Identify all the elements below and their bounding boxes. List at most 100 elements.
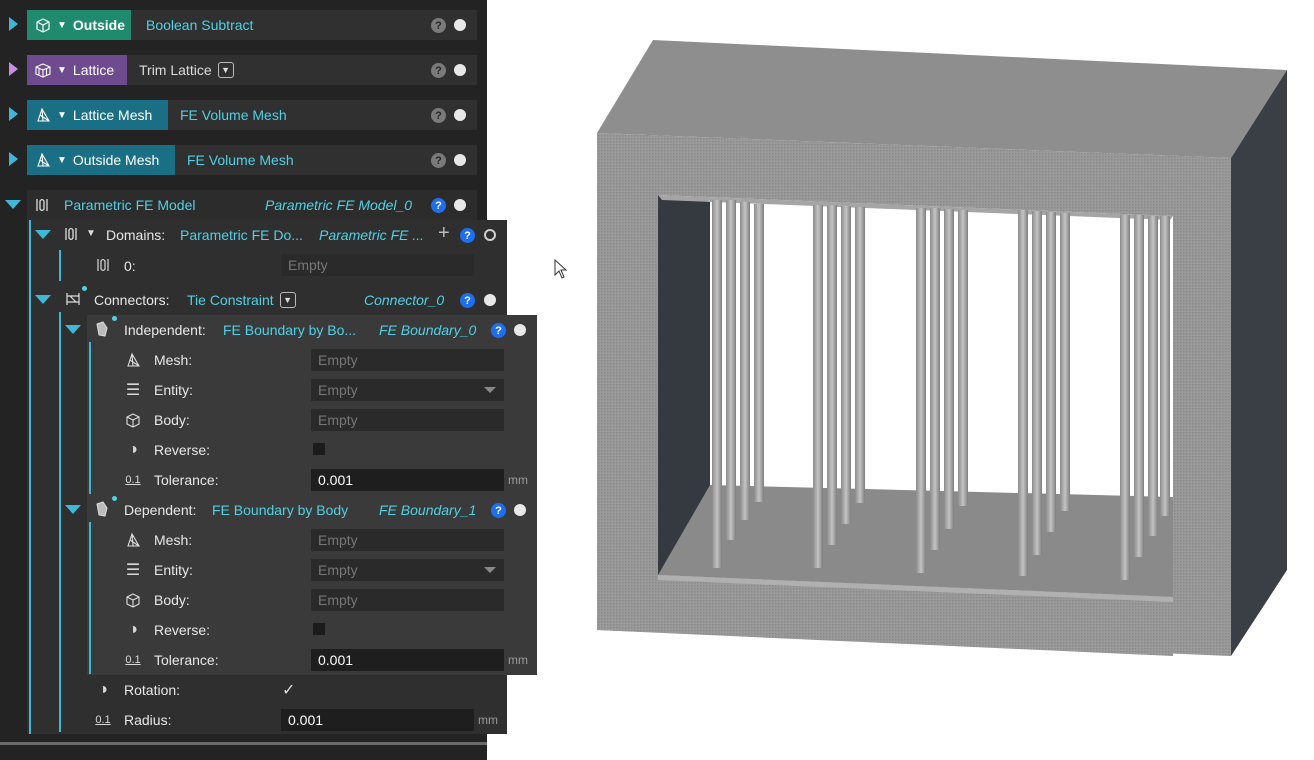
help-icon[interactable]: ? xyxy=(431,63,446,78)
lattice-cube-icon xyxy=(33,15,53,35)
independent-value[interactable]: FE Boundary_0 xyxy=(379,322,476,338)
help-icon[interactable]: ? xyxy=(460,293,475,308)
domains-value[interactable]: Parametric FE ... xyxy=(319,227,424,243)
3d-viewport[interactable] xyxy=(580,30,1300,670)
visibility-dot-icon[interactable] xyxy=(454,199,466,211)
tolerance-unit: mm xyxy=(508,473,528,487)
body-label: Body: xyxy=(154,412,190,428)
chevron-down-icon[interactable]: ▼ xyxy=(57,20,67,31)
node-tag-label: Outside Mesh xyxy=(72,152,160,168)
help-icon[interactable]: ? xyxy=(491,323,506,338)
chevron-down-icon[interactable]: ▼ xyxy=(57,65,67,76)
node-tag-label: Outside xyxy=(72,17,126,33)
mesh-label: Mesh: xyxy=(154,532,193,548)
boundary-icon xyxy=(93,320,111,338)
fe-model-value[interactable]: Parametric FE Model_0 xyxy=(265,197,412,213)
dependent-type[interactable]: FE Boundary by Body xyxy=(212,502,348,518)
help-icon[interactable]: ? xyxy=(431,153,446,168)
chevron-down-icon[interactable]: ▼ xyxy=(279,292,296,308)
tree-guide-line xyxy=(89,522,91,674)
visibility-dot-icon[interactable] xyxy=(484,294,496,306)
expand-arrow-icon[interactable] xyxy=(9,62,18,76)
chevron-down-icon[interactable]: ▼ xyxy=(86,228,96,239)
chevron-down-icon[interactable]: ▼ xyxy=(217,62,234,78)
node-operation-label[interactable]: Boolean Subtract xyxy=(146,17,253,33)
help-icon[interactable]: ? xyxy=(431,198,446,213)
help-icon[interactable]: ? xyxy=(460,228,475,243)
reverse-label: Reverse: xyxy=(154,622,211,638)
chevron-down-icon[interactable]: ▼ xyxy=(57,155,67,166)
cursor-icon xyxy=(554,259,568,279)
node-tag-outside[interactable]: ▼ Outside xyxy=(27,10,131,40)
help-icon[interactable]: ? xyxy=(431,108,446,123)
node-tag-outside-mesh[interactable]: ▼ Outside Mesh xyxy=(27,145,175,175)
independent-label: Independent: xyxy=(124,322,206,338)
chevron-down-icon[interactable] xyxy=(484,567,496,573)
tolerance-input[interactable]: 0.001 xyxy=(311,469,504,491)
body-field[interactable]: Empty xyxy=(311,589,504,611)
radius-label: Radius: xyxy=(124,712,172,728)
node-row-lattice[interactable]: ▼ Lattice Trim Lattice ▼ ? xyxy=(27,55,477,85)
lattice-cube-icon xyxy=(124,411,142,429)
help-icon[interactable]: ? xyxy=(431,18,446,33)
visibility-dot-icon[interactable] xyxy=(514,504,526,516)
expand-arrow-icon[interactable] xyxy=(9,17,18,31)
collapse-arrow-icon[interactable] xyxy=(5,200,21,209)
dependent-value[interactable]: FE Boundary_1 xyxy=(379,502,476,518)
independent-type[interactable]: FE Boundary by Bo... xyxy=(223,322,356,338)
collapse-arrow-icon[interactable] xyxy=(35,230,51,239)
connectors-value[interactable]: Connector_0 xyxy=(364,292,444,308)
reverse-checkbox[interactable] xyxy=(312,442,326,456)
node-operation-label[interactable]: FE Volume Mesh xyxy=(180,107,287,123)
chevron-down-icon[interactable] xyxy=(484,387,496,393)
modified-indicator xyxy=(112,496,117,501)
independent-panel xyxy=(87,315,537,495)
visibility-dot-icon[interactable] xyxy=(454,19,466,31)
entity-select[interactable]: Empty xyxy=(311,379,504,401)
tolerance-unit: mm xyxy=(508,653,528,667)
help-icon[interactable]: ? xyxy=(491,503,506,518)
chevron-down-icon[interactable]: ▼ xyxy=(57,110,67,121)
domain-item-field[interactable]: Empty xyxy=(281,254,474,276)
node-row-outside[interactable]: ▼ Outside Boolean Subtract ? xyxy=(27,10,477,40)
model-tree-panel: ▼ Outside Boolean Subtract ? ▼ Lattice T… xyxy=(0,0,537,760)
fe-model-icon xyxy=(62,225,80,243)
node-operation-select[interactable]: Trim Lattice ▼ xyxy=(139,62,234,78)
fe-model-row[interactable]: Parametric FE Model Parametric FE Model_… xyxy=(27,190,477,220)
entity-select[interactable]: Empty xyxy=(311,559,504,581)
node-row-lattice-mesh[interactable]: ▼ Lattice Mesh FE Volume Mesh ? xyxy=(27,100,477,130)
tolerance-label: Tolerance: xyxy=(154,652,219,668)
fe-model-icon xyxy=(94,256,112,274)
expand-arrow-icon[interactable] xyxy=(9,107,18,121)
node-row-outside-mesh[interactable]: ▼ Outside Mesh FE Volume Mesh ? xyxy=(27,145,477,175)
visibility-ring-icon[interactable] xyxy=(484,229,496,241)
rotation-checkbox[interactable]: ✓ xyxy=(282,680,295,700)
visibility-dot-icon[interactable] xyxy=(514,324,526,336)
modified-indicator xyxy=(82,286,87,291)
add-icon[interactable]: + xyxy=(438,222,450,245)
collapse-arrow-icon[interactable] xyxy=(65,505,81,514)
connectors-type: Tie Constraint xyxy=(187,292,274,308)
tolerance-icon: 0.1 xyxy=(125,654,141,666)
node-tag-lattice[interactable]: ▼ Lattice xyxy=(27,55,127,85)
tree-guide-line xyxy=(29,220,31,734)
tolerance-input[interactable]: 0.001 xyxy=(311,649,504,671)
body-field[interactable]: Empty xyxy=(311,409,504,431)
collapse-arrow-icon[interactable] xyxy=(35,295,51,304)
visibility-dot-icon[interactable] xyxy=(454,109,466,121)
mesh-field[interactable]: Empty xyxy=(311,349,504,371)
mesh-label: Mesh: xyxy=(154,352,193,368)
collapse-arrow-icon[interactable] xyxy=(65,325,81,334)
node-tag-lattice-mesh[interactable]: ▼ Lattice Mesh xyxy=(27,100,168,130)
list-icon: ☰ xyxy=(125,562,141,579)
domain-item-label: 0: xyxy=(124,258,136,274)
reverse-checkbox[interactable] xyxy=(312,622,326,636)
expand-arrow-icon[interactable] xyxy=(9,152,18,166)
connectors-type-select[interactable]: Tie Constraint ▼ xyxy=(187,292,296,308)
domains-type[interactable]: Parametric FE Do... xyxy=(180,227,303,243)
mesh-field[interactable]: Empty xyxy=(311,529,504,551)
radius-input[interactable]: 0.001 xyxy=(281,709,474,731)
node-operation-label[interactable]: FE Volume Mesh xyxy=(187,152,294,168)
visibility-dot-icon[interactable] xyxy=(454,154,466,166)
visibility-dot-icon[interactable] xyxy=(454,64,466,76)
